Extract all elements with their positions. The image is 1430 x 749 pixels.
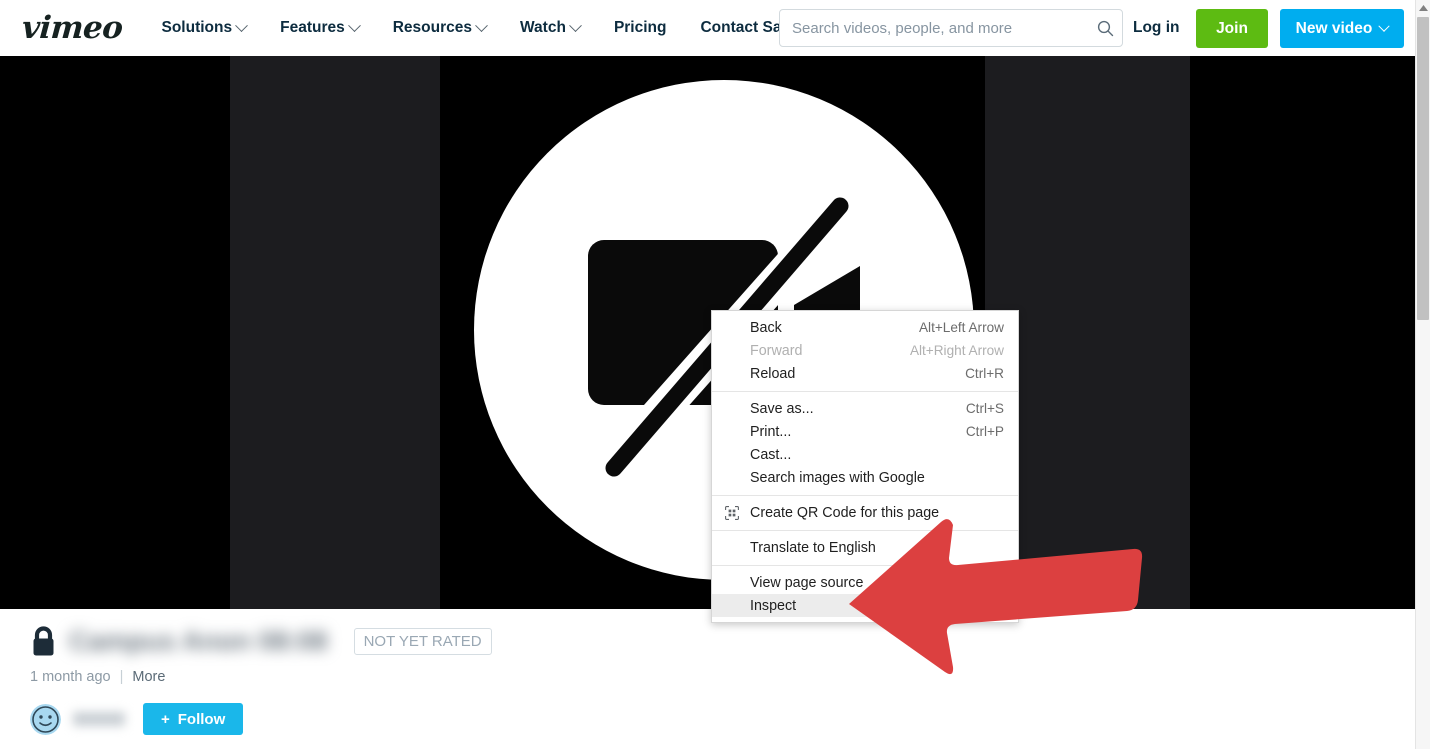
- nav-label: Watch: [520, 19, 566, 36]
- follow-button[interactable]: + Follow: [143, 703, 244, 735]
- smiley-avatar-icon[interactable]: [30, 703, 61, 735]
- search-input[interactable]: [780, 10, 1088, 46]
- more-link[interactable]: More: [132, 669, 165, 685]
- menu-item-inspect[interactable]: Inspect: [712, 594, 1018, 617]
- nav-item-watch[interactable]: Watch: [503, 0, 597, 56]
- menu-item-label: Save as...: [750, 400, 814, 417]
- video-meta-section: Campus Anon 08:08 NOT YET RATED 1 month …: [0, 609, 1419, 749]
- player-background-band: [230, 56, 440, 609]
- nav-label: Pricing: [613, 19, 667, 36]
- menu-item-label: Inspect: [750, 597, 797, 614]
- new-video-button[interactable]: New video: [1280, 9, 1404, 48]
- menu-item-forward: Forward Alt+Right Arrow: [712, 339, 1018, 362]
- chevron-down-icon: [475, 18, 488, 32]
- menu-item-shortcut: Ctrl+S: [965, 401, 1004, 416]
- chevron-down-icon: [235, 18, 248, 32]
- page-scrollbar[interactable]: [1415, 0, 1430, 749]
- menu-item-label: Forward: [750, 342, 803, 359]
- scrollbar-thumb[interactable]: [1417, 17, 1429, 320]
- login-button[interactable]: Log in: [1133, 0, 1180, 56]
- video-player[interactable]: [0, 56, 1419, 609]
- owner-name[interactable]: [73, 712, 125, 726]
- nav-item-features[interactable]: Features: [263, 0, 376, 56]
- menu-item-label: Cast...: [750, 446, 792, 463]
- menu-divider: [712, 391, 1018, 392]
- menu-divider: [712, 495, 1018, 496]
- nav-label: Features: [280, 19, 345, 36]
- nav-item-resources[interactable]: Resources: [376, 0, 503, 56]
- menu-item-shortcut: Alt+Right Arrow: [909, 343, 1004, 358]
- search-icon[interactable]: [1088, 20, 1122, 37]
- menu-item-label: Back: [750, 319, 782, 336]
- new-video-label: New video: [1295, 19, 1373, 37]
- menu-divider: [712, 565, 1018, 566]
- menu-item-cast[interactable]: Cast...: [712, 443, 1018, 466]
- menu-item-label: Search images with Google: [750, 469, 925, 486]
- nav-label: Resources: [392, 19, 472, 36]
- menu-item-shortcut: Ctrl+R: [965, 366, 1004, 381]
- video-title-row: Campus Anon 08:08 NOT YET RATED: [30, 625, 492, 658]
- video-title: Campus Anon 08:08: [69, 626, 328, 656]
- menu-divider: [712, 530, 1018, 531]
- site-header: vimeo Solutions Features Resources Watch…: [0, 0, 1419, 56]
- nav-label: Solutions: [161, 19, 233, 36]
- video-submeta-row: 1 month ago | More: [30, 669, 165, 685]
- join-button[interactable]: Join: [1196, 9, 1268, 48]
- browser-context-menu[interactable]: Back Alt+Left Arrow Forward Alt+Right Ar…: [711, 310, 1019, 623]
- nav-item-pricing[interactable]: Pricing: [597, 0, 684, 56]
- menu-item-create-qr-code[interactable]: Create QR Code for this page: [712, 501, 1018, 524]
- menu-item-reload[interactable]: Reload Ctrl+R: [712, 362, 1018, 385]
- nav-item-solutions[interactable]: Solutions: [145, 0, 264, 56]
- search-box[interactable]: [779, 9, 1123, 47]
- scroll-up-arrow-icon[interactable]: [1416, 0, 1430, 16]
- plus-icon: +: [161, 710, 170, 728]
- menu-item-label: Print...: [750, 423, 792, 440]
- separator: |: [119, 669, 124, 685]
- menu-item-view-page-source[interactable]: View page source: [712, 571, 1018, 594]
- menu-item-shortcut: Ctrl+P: [965, 424, 1004, 439]
- menu-item-save-as[interactable]: Save as... Ctrl+S: [712, 397, 1018, 420]
- menu-item-label: Translate to English: [750, 539, 876, 556]
- menu-item-label: Create QR Code for this page: [750, 504, 940, 521]
- chevron-down-icon: [569, 18, 582, 32]
- lock-icon: [33, 626, 54, 656]
- vimeo-logo[interactable]: vimeo: [21, 10, 124, 46]
- menu-item-label: Reload: [750, 365, 796, 382]
- chevron-down-icon: [347, 18, 361, 32]
- qr-code-icon: [724, 505, 740, 521]
- rating-badge: NOT YET RATED: [353, 628, 492, 655]
- menu-item-print[interactable]: Print... Ctrl+P: [712, 420, 1018, 443]
- menu-item-search-images-with-google[interactable]: Search images with Google: [712, 466, 1018, 489]
- menu-item-label: View page source: [750, 574, 864, 591]
- browser-viewport: vimeo Solutions Features Resources Watch…: [0, 0, 1430, 749]
- upload-time: 1 month ago: [30, 669, 111, 685]
- video-owner-row: + Follow: [30, 703, 244, 735]
- chevron-down-icon: [1378, 20, 1390, 32]
- menu-item-back[interactable]: Back Alt+Left Arrow: [712, 316, 1018, 339]
- follow-label: Follow: [177, 710, 226, 728]
- menu-item-translate-to-english[interactable]: Translate to English: [712, 536, 1018, 559]
- menu-item-shortcut: Alt+Left Arrow: [918, 320, 1004, 335]
